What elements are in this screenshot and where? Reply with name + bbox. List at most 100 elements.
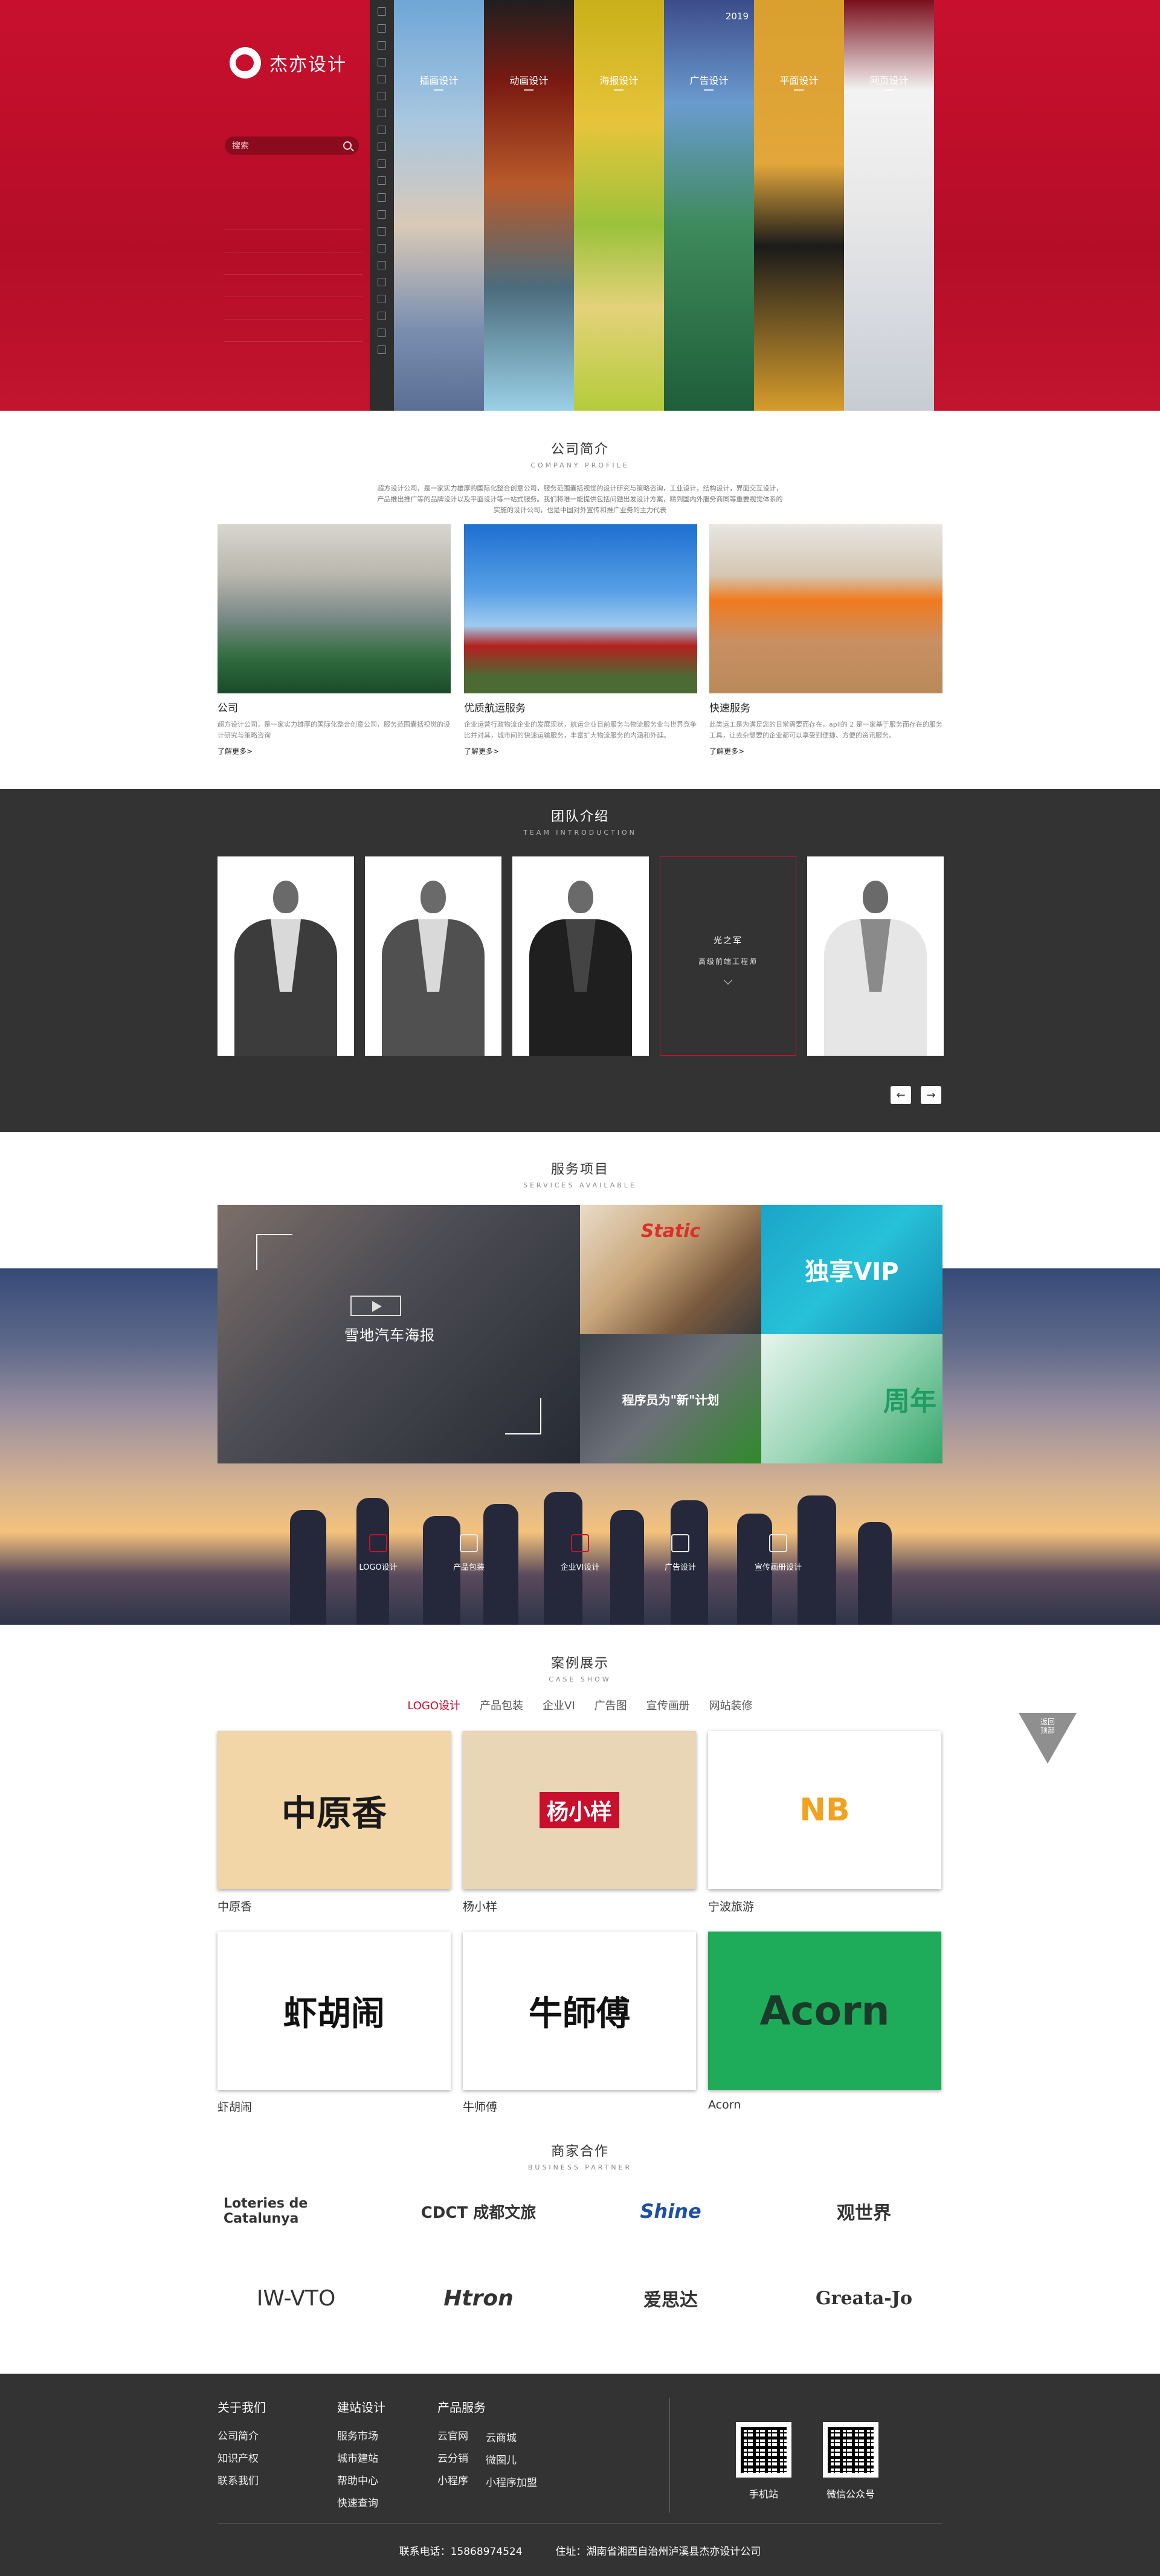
company-section-title: 公司简介 COMPANY PROFILE (530, 442, 630, 469)
footer-link[interactable]: 小程序加盟 (486, 2474, 537, 2489)
panel-graphic[interactable]: 平面设计 (754, 0, 844, 411)
case-item[interactable]: Acorn Acorn (708, 1932, 941, 2112)
member-name: 光之军 (714, 936, 743, 946)
partner-logo[interactable]: 爱思达 (598, 2277, 743, 2319)
partner-logo[interactable]: Shine (598, 2190, 743, 2232)
footer-link[interactable]: 快速查询 (337, 2494, 385, 2510)
case-item[interactable]: 杨小样 杨小样 (463, 1731, 696, 1914)
footer-divider (669, 2398, 670, 2513)
footer-link[interactable]: 知识产权 (218, 2450, 266, 2465)
footer-col-build: 建站设计 服务市场 城市建站 帮助中心 快速查询 (337, 2400, 385, 2510)
search-input[interactable]: 搜索 (225, 137, 359, 155)
services-gallery: 雪地汽车海报 Static 独享VIP 程序员为"新"计划 周年 (218, 1205, 942, 1463)
footer-col-products: 产品服务 云官网 云分销 小程序 (437, 2400, 486, 2487)
case-tabs: LOGO设计 产品包装 企业VI 广告图 宣传画册 网站装修 (0, 1697, 1160, 1713)
panel-year: 2019 (725, 11, 749, 22)
footer-link[interactable]: 云官网 (437, 2427, 486, 2443)
team-member-photo[interactable] (807, 856, 944, 1056)
contact-address: 住址：湖南省湘西自治州泸溪县杰亦设计公司 (555, 2546, 761, 2558)
partner-logo[interactable]: 观世界 (791, 2190, 936, 2232)
footer-link[interactable]: 城市建站 (337, 2450, 385, 2465)
service-tile[interactable]: Static (580, 1205, 761, 1334)
footer-link[interactable]: 云分销 (437, 2450, 486, 2465)
partner-logo[interactable]: Htron (406, 2277, 551, 2319)
team-member-photo[interactable] (512, 856, 649, 1056)
case-item[interactable]: 虾胡闹 虾胡闹 (218, 1932, 451, 2115)
panel-animation[interactable]: 动画设计 (484, 0, 574, 411)
site-footer: 关于我们 公司简介 知识产权 联系我们 建站设计 服务市场 城市建站 帮助中心 … (0, 2374, 1160, 2576)
footer-contact: 联系电话：15868974524 住址：湖南省湘西自治州泸溪县杰亦设计公司 (0, 2543, 1160, 2558)
office-photo (218, 524, 451, 693)
hero-menu-dividers (224, 230, 362, 364)
brochure-icon (769, 1534, 787, 1552)
team-member-photo[interactable] (365, 856, 501, 1056)
learn-more-link[interactable]: 了解更多> (709, 746, 942, 756)
footer-link[interactable]: 帮助中心 (337, 2472, 385, 2487)
service-cat-brochure[interactable]: 宣传画册设计 (742, 1534, 814, 1572)
service-featured-tile[interactable]: 雪地汽车海报 (218, 1205, 580, 1463)
company-card: 优质航运服务 企业运营行政物流企业的发展现状，航运企业目前服务与物流服务业与世界… (464, 524, 697, 756)
learn-more-link[interactable]: 了解更多> (218, 746, 451, 756)
footer-link[interactable]: 微圈儿 (486, 2452, 537, 2467)
site-logo[interactable]: 杰亦设计 (230, 47, 347, 79)
service-cat-ad[interactable]: 广告设计 (644, 1534, 717, 1572)
case-item[interactable]: 中原香 中原香 (218, 1731, 451, 1914)
company-intro-text: 超方设计公司，是一家实力雄厚的国际化整合创意公司，服务范围囊括视觉的设计研究与策… (377, 484, 783, 514)
logo-text: 杰亦设计 (269, 54, 347, 75)
partner-logo[interactable]: IW-VTO (224, 2277, 369, 2319)
service-cat-packaging[interactable]: 产品包装 (433, 1534, 505, 1572)
footer-rule (218, 2523, 942, 2524)
company-card: 快速服务 此类运工是为满足您的日常需要而存在，apll的 2 是一家基于服务而存… (709, 524, 942, 756)
next-arrow-button[interactable]: → (921, 1086, 941, 1104)
company-card: 公司 超方设计公司，是一家实力雄厚的国际化整合创意公司，服务范围囊括视觉的设计研… (218, 524, 451, 756)
tab-ad[interactable]: 广告图 (585, 1697, 637, 1713)
tab-website[interactable]: 网站装修 (700, 1697, 762, 1713)
services-section-title: 服务项目 SERVICES AVAILABLE (523, 1162, 637, 1189)
panel-web[interactable]: 网页设计 (844, 0, 934, 411)
vi-design-icon (571, 1534, 589, 1552)
case-item[interactable]: NB 宁波旅游 (708, 1731, 941, 1914)
service-cat-vi[interactable]: 企业VI设计 (544, 1534, 616, 1572)
team-member-photo[interactable] (218, 856, 354, 1056)
panel-advertising[interactable]: 广告设计 2019 (664, 0, 754, 411)
partners-section-title: 商家合作 BUSINESS PARTNER (527, 2144, 633, 2171)
footer-link[interactable]: 联系我们 (218, 2472, 266, 2487)
hero-category-panels: 插画设计 动画设计 海报设计 广告设计 2019 平面设计 网页设计 (394, 0, 935, 411)
service-tile[interactable]: 程序员为"新"计划 (580, 1334, 761, 1463)
case-item[interactable]: 牛師傅 牛师傅 (463, 1932, 696, 2115)
panel-poster[interactable]: 海报设计 (574, 0, 664, 411)
team-member-featured[interactable]: 光之军 高级前端工程师 (660, 856, 796, 1056)
partner-logo[interactable]: Greata-Jo (791, 2277, 936, 2319)
footer-link[interactable]: 小程序 (437, 2472, 486, 2487)
footer-col-products-more: 云商城 微圈儿 小程序加盟 (486, 2429, 537, 2496)
tab-logo[interactable]: LOGO设计 (398, 1697, 470, 1713)
tab-vi[interactable]: 企业VI (533, 1697, 585, 1713)
partner-logo[interactable]: CDCT 成都文旅 (406, 2190, 551, 2232)
courier-photo (709, 524, 942, 693)
service-tile[interactable]: 独享VIP (761, 1205, 942, 1334)
service-featured-caption: 雪地汽车海报 (344, 1327, 435, 1344)
search-icon[interactable] (343, 141, 352, 150)
prev-arrow-button[interactable]: ← (891, 1086, 911, 1104)
back-to-top-button[interactable]: 返回 顶部 (1019, 1713, 1077, 1764)
tab-packaging[interactable]: 产品包装 (470, 1697, 533, 1713)
qr-code-icon (736, 2422, 791, 2478)
footer-link[interactable]: 云商城 (486, 2429, 537, 2444)
play-icon[interactable] (350, 1296, 401, 1316)
partner-logo[interactable]: Loteries de Catalunya (224, 2190, 369, 2232)
packaging-icon (460, 1534, 478, 1552)
qr-mobile: 手机站 (736, 2422, 791, 2501)
service-tile[interactable]: 周年 (761, 1334, 942, 1463)
search-placeholder: 搜索 (232, 141, 249, 151)
contact-phone: 联系电话：15868974524 (399, 2546, 523, 2558)
logo-mark-icon (230, 47, 261, 79)
footer-link[interactable]: 服务市场 (337, 2427, 385, 2443)
tab-brochure[interactable]: 宣传画册 (637, 1697, 700, 1713)
footer-link[interactable]: 公司简介 (218, 2427, 266, 2443)
team-section-title: 团队介绍 TEAM INTRODUCTION (523, 809, 637, 837)
chevron-down-icon (723, 975, 733, 985)
learn-more-link[interactable]: 了解更多> (464, 746, 697, 756)
panel-illustration[interactable]: 插画设计 (394, 0, 484, 411)
service-cat-logo[interactable]: LOGO设计 (342, 1534, 414, 1572)
qr-wechat: 微信公众号 (823, 2422, 878, 2501)
